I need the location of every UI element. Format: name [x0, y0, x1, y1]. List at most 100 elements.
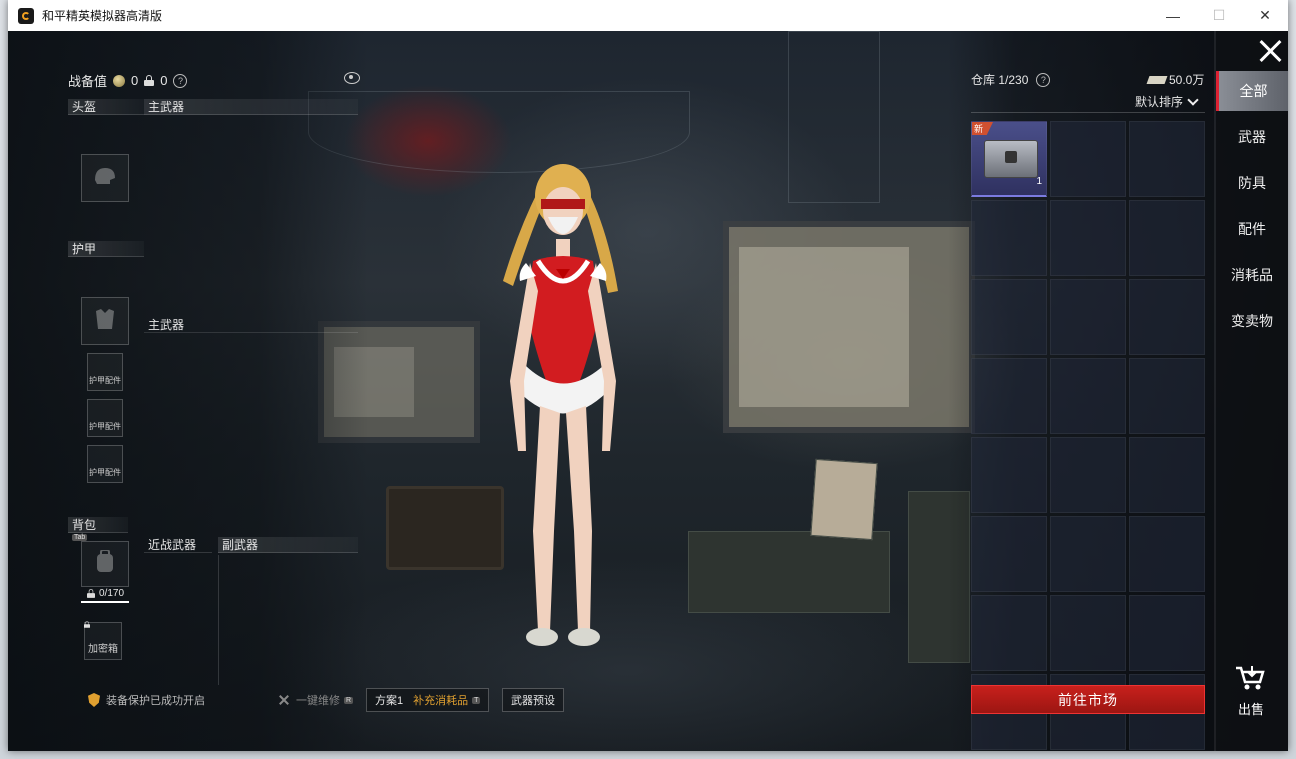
tab-hotkey-badge: Tab	[72, 534, 88, 541]
warehouse-cell[interactable]	[1129, 200, 1205, 276]
loadout-plan: 方案1 补充消耗品 T	[366, 687, 490, 713]
armor-part-slot-2[interactable]: 护甲配件	[87, 399, 123, 437]
new-badge: 新	[972, 122, 994, 135]
repair-label: 一键维修	[296, 695, 340, 707]
lock-icon	[87, 589, 95, 598]
warehouse-cell[interactable]	[1129, 516, 1205, 592]
currency-display: 50.0万	[1146, 71, 1205, 88]
warehouse-cell[interactable]	[1129, 358, 1205, 434]
title-bar: 和平精英模拟器高清版 — ☐ ✕	[8, 0, 1288, 31]
window-controls: — ☐ ✕	[1150, 0, 1288, 31]
restock-button[interactable]: 方案1 补充消耗品 T	[366, 688, 490, 712]
close-window-button[interactable]: ✕	[1242, 0, 1288, 31]
window-title: 和平精英模拟器高清版	[42, 9, 163, 23]
warehouse-header: 仓库 1/230 ?	[971, 71, 1051, 88]
category-consumables[interactable]: 消耗品	[1216, 255, 1288, 295]
warehouse-title: 仓库 1/230	[971, 73, 1029, 87]
app-window: 和平精英模拟器高清版 — ☐ ✕ 战备值 0 0 ? 头盔 主武器 护甲 主武器…	[8, 0, 1288, 751]
sell-label[interactable]: 出售	[1238, 699, 1264, 718]
warehouse-cell[interactable]	[1129, 279, 1205, 355]
close-icon[interactable]	[1258, 39, 1282, 63]
helmet-section: 头盔	[68, 99, 144, 115]
app-logo-icon	[18, 7, 34, 24]
warehouse-cell[interactable]	[971, 279, 1047, 355]
backpack-capacity: 0/170	[86, 588, 124, 599]
capacity-bar	[81, 601, 129, 603]
combat-value: 0	[131, 73, 139, 88]
supply-box-icon	[984, 140, 1038, 178]
backpack-icon	[97, 549, 113, 572]
warehouse-cell[interactable]	[971, 200, 1047, 276]
sort-dropdown[interactable]: 默认排序	[1135, 93, 1199, 110]
category-sellables[interactable]: 变卖物	[1216, 301, 1288, 341]
combat-value-row: 战备值 0 0 ?	[68, 71, 188, 90]
go-to-market-button[interactable]: 前往市场	[971, 685, 1205, 714]
coin-icon	[113, 74, 126, 87]
combat-value-label: 战备值	[68, 74, 108, 89]
warehouse-cell[interactable]	[1050, 200, 1126, 276]
divider	[971, 112, 1205, 113]
warehouse-cell[interactable]	[1050, 358, 1126, 434]
primary-weapon-section-2: 主武器	[144, 317, 358, 333]
chevron-down-icon	[1187, 93, 1199, 106]
maximize-button[interactable]: ☐	[1196, 0, 1242, 31]
armor-part-slot-3[interactable]: 护甲配件	[87, 445, 123, 483]
warehouse-cell[interactable]	[1129, 595, 1205, 671]
warehouse-cell[interactable]	[971, 595, 1047, 671]
warehouse-cell[interactable]	[1050, 121, 1126, 197]
armor-slot[interactable]	[81, 297, 129, 345]
backpack-slot[interactable]	[81, 541, 129, 587]
warehouse-cell[interactable]	[1050, 279, 1126, 355]
background-stairs	[788, 31, 880, 203]
divider	[218, 555, 219, 685]
secondary-weapon-section: 副武器	[218, 537, 358, 553]
category-weapons[interactable]: 武器	[1216, 117, 1288, 157]
warehouse-cell[interactable]	[971, 358, 1047, 434]
currency-value: 50.0万	[1169, 73, 1205, 87]
warehouse-cell[interactable]	[971, 437, 1047, 513]
category-armor[interactable]: 防具	[1216, 163, 1288, 203]
warehouse-cell[interactable]	[1129, 437, 1205, 513]
cart-icon[interactable]	[1234, 664, 1266, 692]
background-map-board	[723, 221, 975, 433]
warehouse-cell[interactable]	[1050, 595, 1126, 671]
backpack-section: 背包	[68, 517, 128, 533]
plan-label: 方案1	[375, 695, 404, 707]
backpack-capacity-value: 0/170	[99, 588, 125, 599]
sort-label: 默认排序	[1135, 95, 1184, 109]
warehouse-cell[interactable]	[971, 516, 1047, 592]
background-paper-sign	[810, 458, 878, 541]
safe-box-label: 加密箱	[88, 644, 118, 655]
repair-hotkey-badge: R	[344, 696, 354, 704]
armor-part-slot-1[interactable]: 护甲配件	[87, 353, 123, 391]
weapon-preset-button[interactable]: 武器预设	[502, 688, 564, 712]
warehouse-cell[interactable]	[1050, 437, 1126, 513]
lock-icon	[144, 75, 155, 86]
repair-icon	[278, 694, 290, 706]
armor-part-label: 护甲配件	[89, 422, 121, 431]
category-all[interactable]: 全部	[1216, 71, 1288, 111]
eye-icon[interactable]	[344, 72, 360, 84]
warehouse-cell[interactable]	[1129, 121, 1205, 197]
minimize-button[interactable]: —	[1150, 0, 1196, 31]
restock-hotkey-badge: T	[472, 696, 481, 704]
help-icon[interactable]: ?	[1036, 72, 1051, 87]
warehouse-grid: 新1	[971, 121, 1205, 750]
armor-part-label: 护甲配件	[89, 468, 121, 477]
melee-weapon-section: 近战武器	[144, 537, 212, 553]
safe-box-slot[interactable]: 加密箱	[84, 622, 122, 660]
category-attachments[interactable]: 配件	[1216, 209, 1288, 249]
helmet-slot[interactable]	[81, 154, 129, 202]
helmet-icon	[95, 167, 115, 184]
primary-weapon-section-1: 主武器	[144, 99, 358, 115]
restock-label: 补充消耗品	[413, 695, 469, 707]
left-vignette	[8, 31, 368, 751]
repair-all-button[interactable]: 一键维修 R	[278, 687, 354, 713]
help-icon[interactable]: ?	[173, 73, 188, 88]
background-crates	[688, 531, 890, 613]
warehouse-cell[interactable]	[1050, 516, 1126, 592]
warehouse-cell[interactable]: 新1	[971, 121, 1047, 197]
armor-part-label: 护甲配件	[89, 376, 121, 385]
weapon-preset-wrap: 武器预设	[502, 687, 564, 713]
protection-status: 装备保护已成功开启	[106, 695, 205, 707]
